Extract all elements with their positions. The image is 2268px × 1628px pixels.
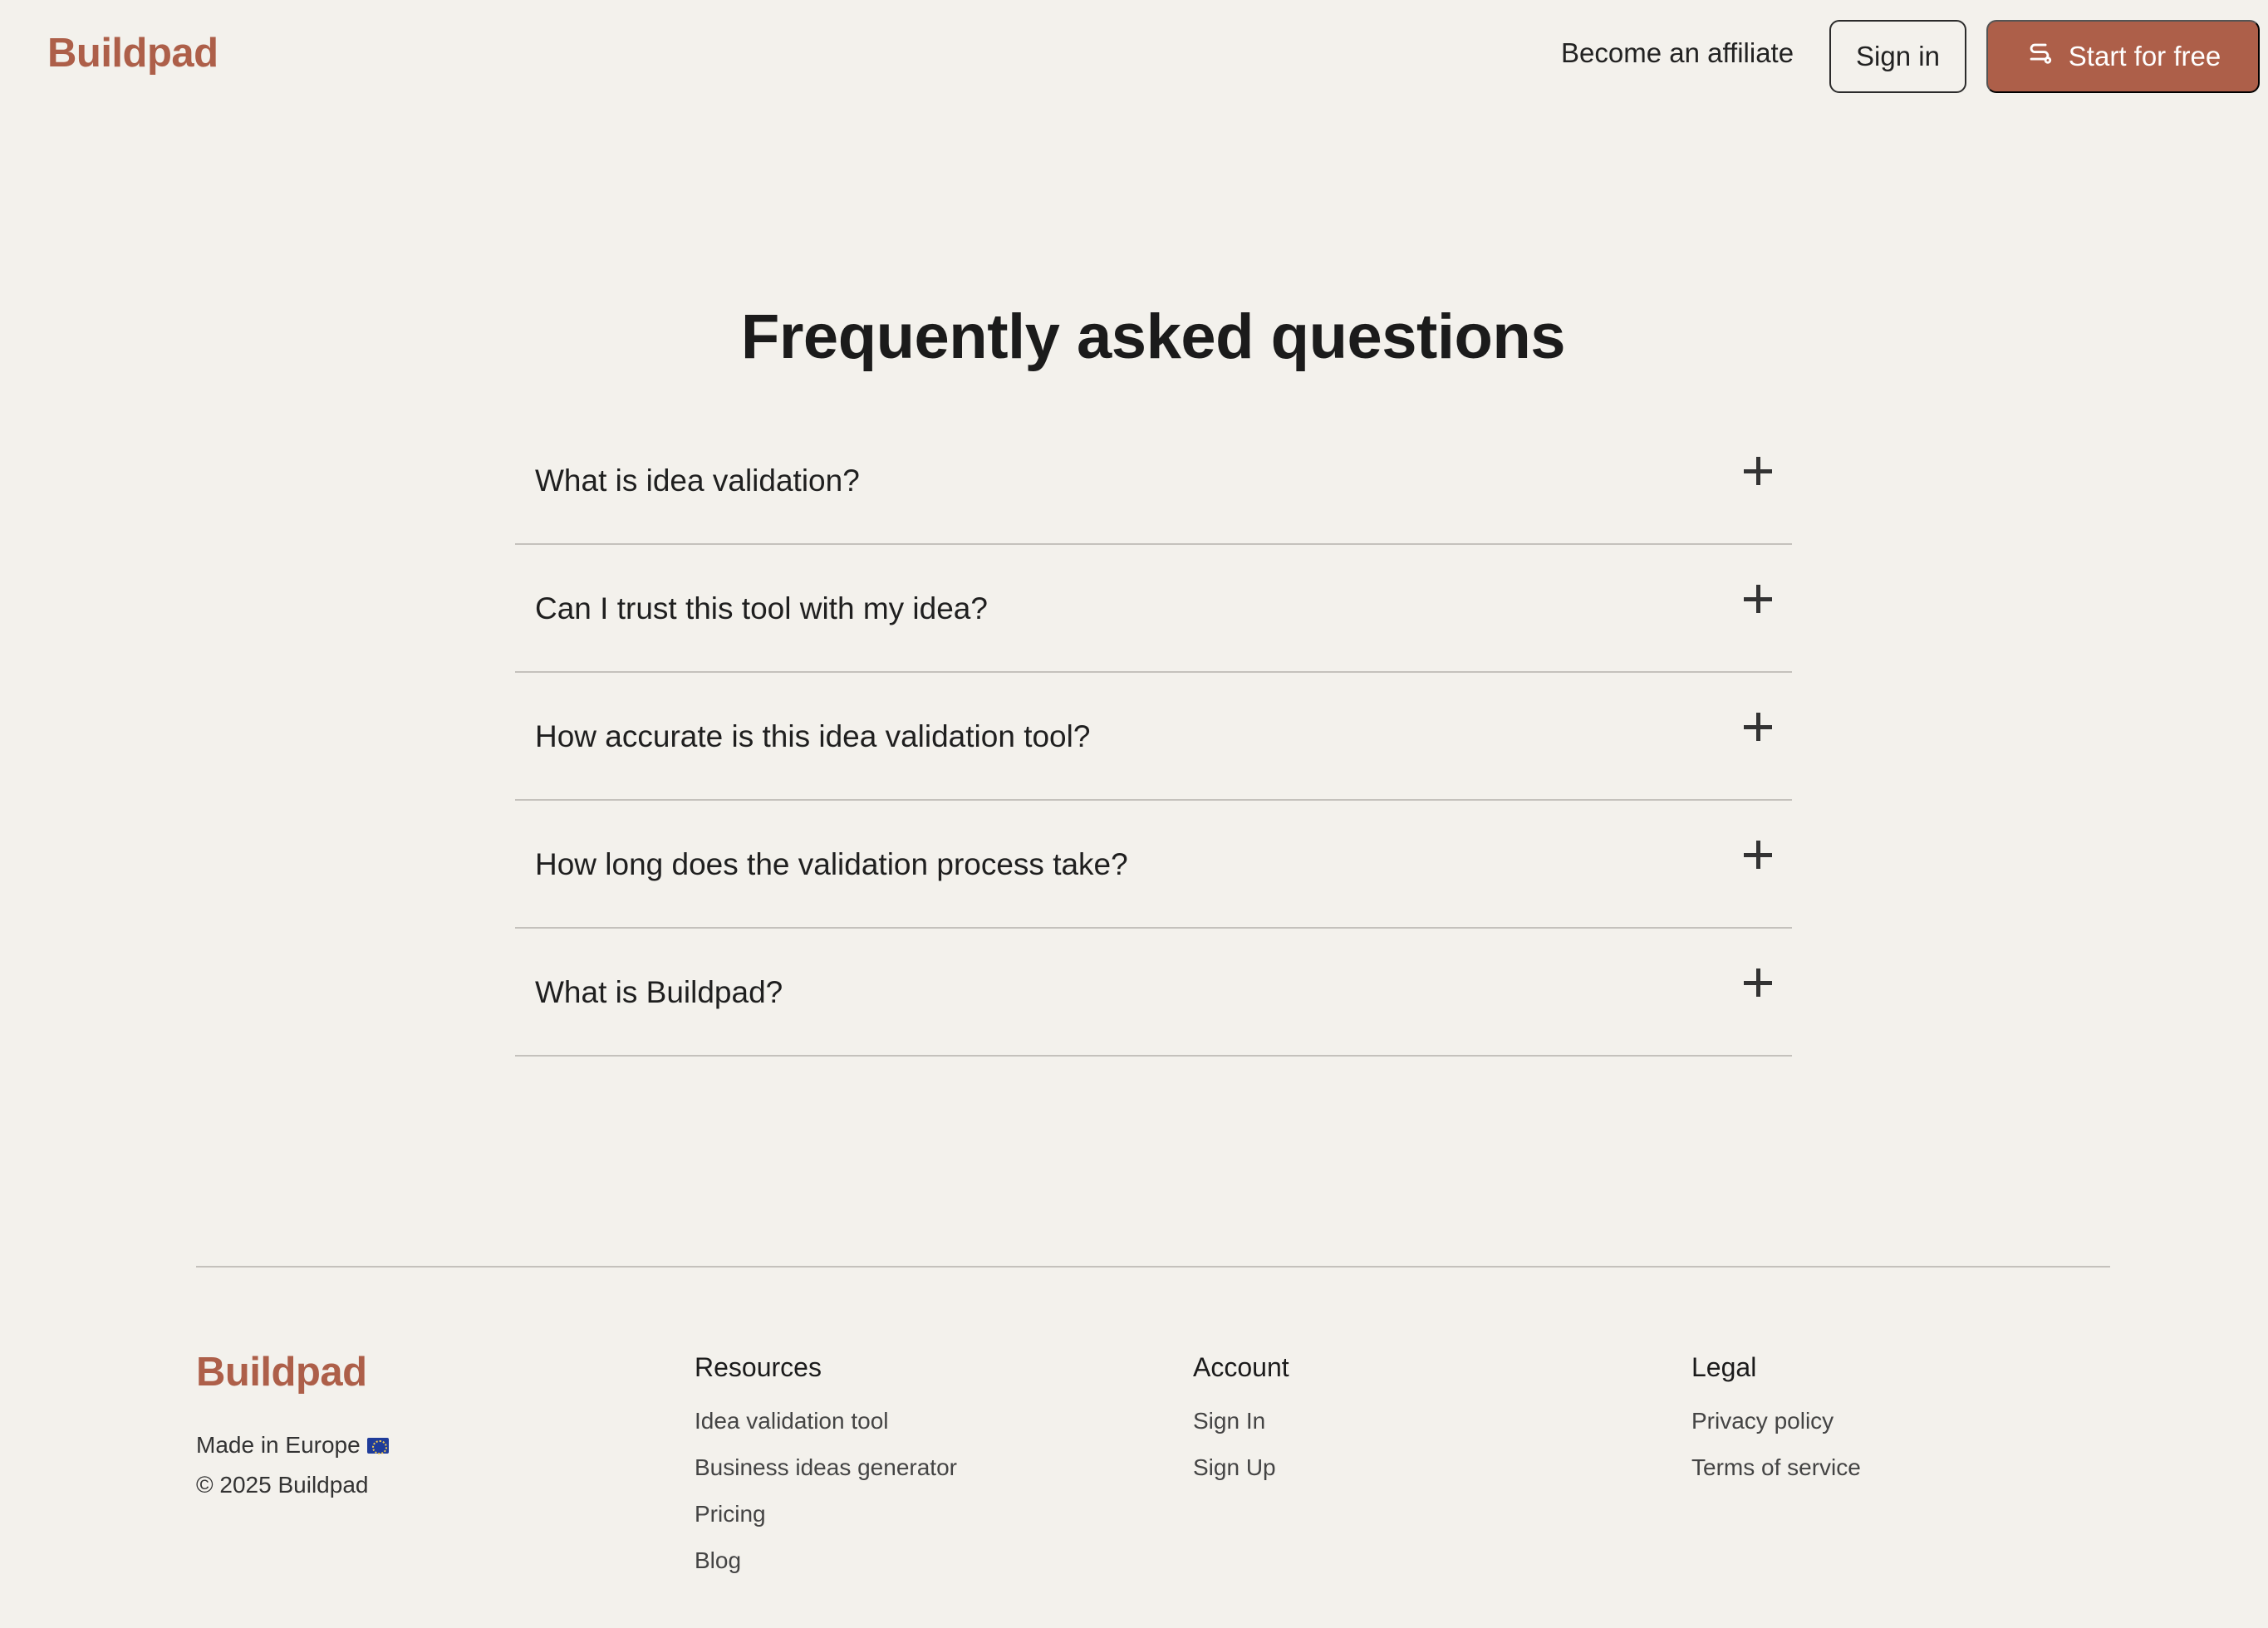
faq-item[interactable]: Can I trust this tool with my idea?	[515, 545, 1792, 673]
faq-list: What is idea validation? Can I trust thi…	[515, 417, 1792, 1057]
footer-link-sign-up[interactable]: Sign Up	[1193, 1454, 1289, 1501]
made-in-europe: Made in Europe	[196, 1432, 389, 1459]
faq-item[interactable]: How accurate is this idea validation too…	[515, 673, 1792, 801]
faq-item[interactable]: How long does the validation process tak…	[515, 801, 1792, 929]
eu-flag-icon	[366, 1437, 389, 1454]
footer-resources-heading: Resources	[695, 1352, 822, 1382]
footer-legal: Legal Privacy policy Terms of service	[1691, 1352, 1861, 1501]
faq-question: What is Buildpad?	[535, 975, 783, 1009]
footer-resources: Resources Idea validation tool Business …	[695, 1352, 957, 1594]
footer-account: Account Sign In Sign Up	[1193, 1352, 1289, 1501]
faq-question: Can I trust this tool with my idea?	[535, 591, 988, 625]
plus-icon[interactable]	[1744, 585, 1772, 613]
plus-icon[interactable]	[1744, 457, 1772, 485]
sign-in-button[interactable]: Sign in	[1829, 20, 1966, 93]
footer-legal-heading: Legal	[1691, 1352, 1757, 1382]
sign-in-label: Sign in	[1856, 41, 1940, 71]
footer-link-pricing[interactable]: Pricing	[695, 1501, 957, 1547]
plus-icon[interactable]	[1744, 841, 1772, 869]
faq-item[interactable]: What is Buildpad?	[515, 929, 1792, 1057]
page: Buildpad Become an affiliate Sign in Sta…	[0, 0, 2268, 1628]
faq-question: How long does the validation process tak…	[535, 847, 1128, 881]
made-in-label: Made in Europe	[196, 1432, 361, 1458]
start-for-free-button[interactable]: Start for free	[1986, 20, 2260, 93]
faq-question: How accurate is this idea validation too…	[535, 719, 1091, 753]
footer-link-sign-in[interactable]: Sign In	[1193, 1408, 1289, 1454]
footer-link-privacy-policy[interactable]: Privacy policy	[1691, 1408, 1861, 1454]
brand-logo[interactable]: Buildpad	[47, 30, 218, 76]
footer-brand-logo[interactable]: Buildpad	[196, 1349, 367, 1395]
become-affiliate-link[interactable]: Become an affiliate	[1561, 37, 1794, 69]
footer-divider	[196, 1266, 2110, 1268]
start-for-free-label: Start for free	[2068, 41, 2221, 71]
plus-icon[interactable]	[1744, 968, 1772, 997]
footer-link-blog[interactable]: Blog	[695, 1547, 957, 1594]
footer-link-business-ideas-generator[interactable]: Business ideas generator	[695, 1454, 957, 1501]
footer-link-terms-of-service[interactable]: Terms of service	[1691, 1454, 1861, 1501]
faq-question: What is idea validation?	[535, 463, 860, 498]
site-header: Buildpad Become an affiliate Sign in Sta…	[0, 0, 2268, 113]
faq-item[interactable]: What is idea validation?	[515, 417, 1792, 545]
copyright: © 2025 Buildpad	[196, 1472, 369, 1498]
route-icon	[2025, 39, 2054, 74]
footer-account-heading: Account	[1193, 1352, 1289, 1382]
faq-title: Frequently asked questions	[740, 302, 1566, 372]
footer-link-idea-validation-tool[interactable]: Idea validation tool	[695, 1408, 957, 1454]
plus-icon[interactable]	[1744, 713, 1772, 741]
